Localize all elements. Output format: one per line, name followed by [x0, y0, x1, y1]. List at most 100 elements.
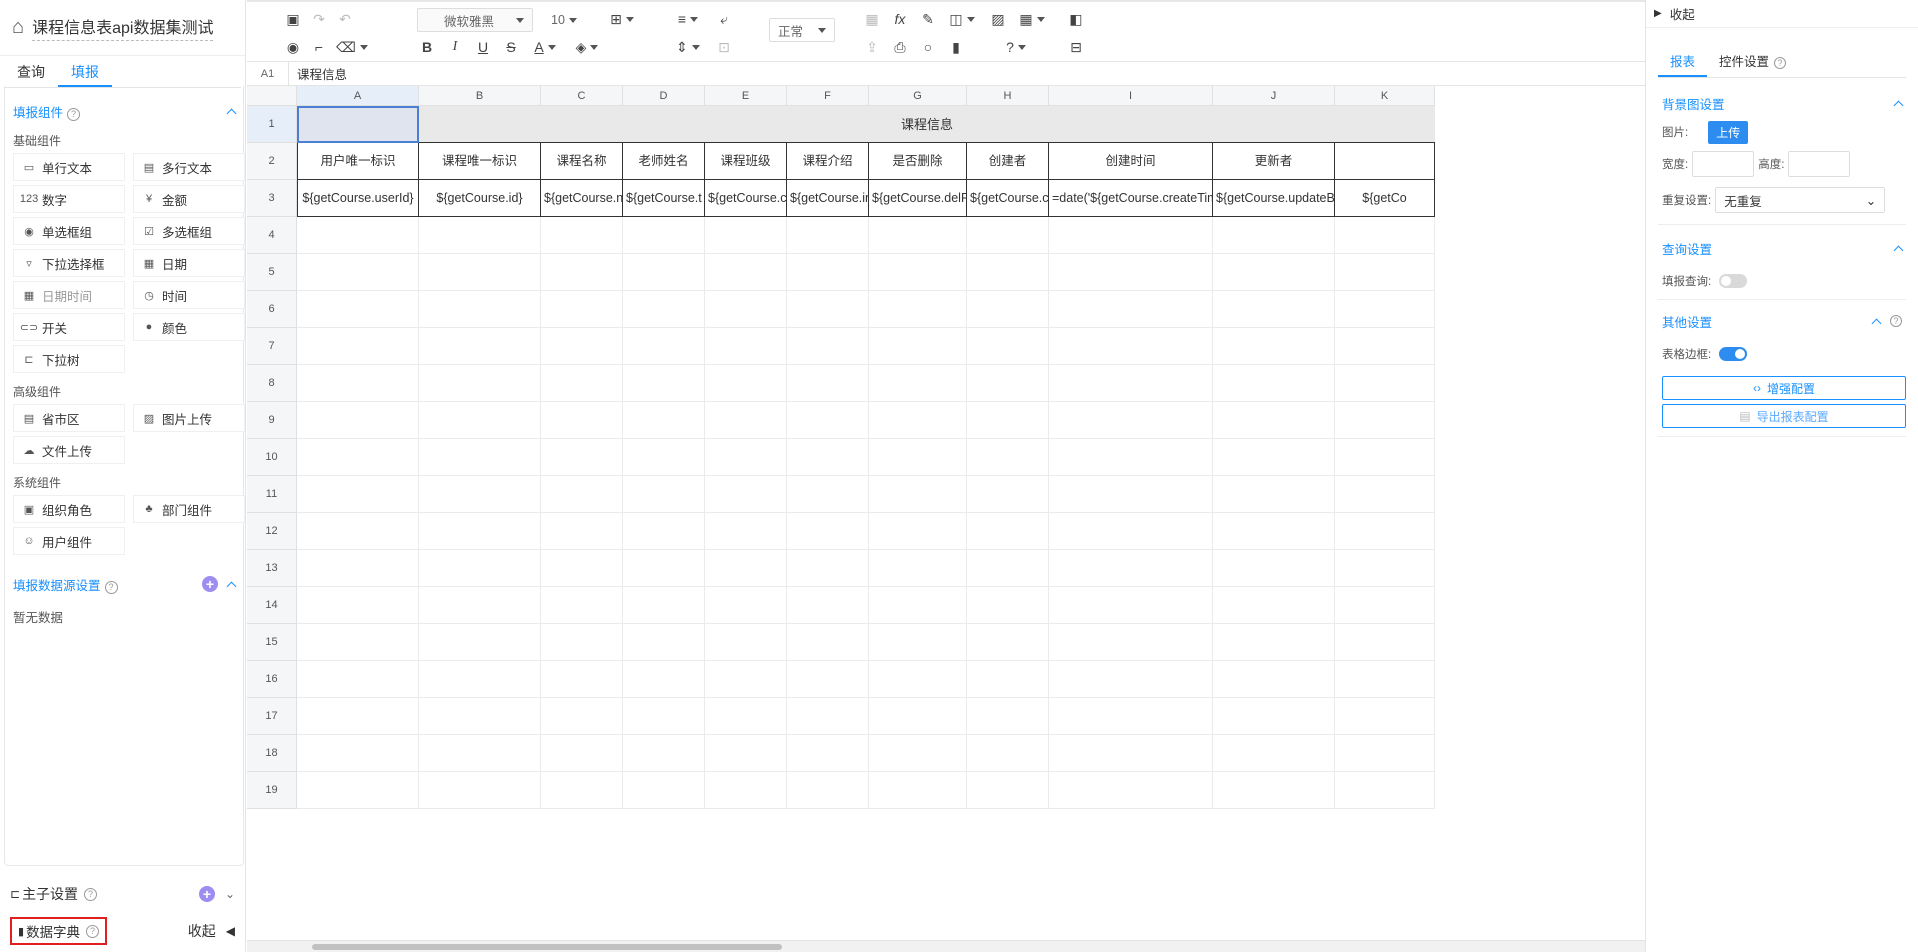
header-cell[interactable] — [1335, 143, 1435, 180]
column-header[interactable]: B — [419, 86, 541, 106]
binding-cell[interactable]: ${getCourse.userId} — [297, 180, 419, 217]
font-color-icon[interactable]: A — [529, 36, 561, 58]
preview-icon[interactable]: ◉ — [283, 36, 303, 58]
header-cell[interactable]: 课程名称 — [541, 143, 623, 180]
component-item[interactable]: ▿ 下拉选择框 — [13, 249, 125, 277]
grid-corner[interactable] — [247, 86, 297, 106]
help-icon[interactable]: ? — [104, 580, 118, 594]
component-item[interactable]: ▣ 组织角色 — [13, 495, 125, 523]
column-header[interactable]: E — [705, 86, 787, 106]
binding-cell[interactable]: ${getCourse.delFl — [869, 180, 967, 217]
help-icon[interactable]: ? — [86, 924, 100, 938]
help-icon[interactable]: ? — [999, 36, 1033, 58]
component-item[interactable]: ▨ 图片上传 — [133, 404, 245, 432]
help-icon[interactable]: ? — [1774, 57, 1787, 69]
data-dictionary-button[interactable]: ▮ 数据字典? — [10, 917, 108, 945]
search-icon[interactable]: ○ — [917, 36, 939, 58]
style-select[interactable]: 正常 — [769, 18, 835, 42]
component-item[interactable]: ⊂⊃ 开关 — [13, 313, 125, 341]
row-header[interactable]: 9 — [247, 402, 297, 439]
row-header[interactable]: 18 — [247, 735, 297, 772]
binding-cell[interactable]: ${getCo — [1335, 180, 1435, 217]
chevron-up-icon[interactable] — [1893, 100, 1904, 110]
row-header[interactable]: 10 — [247, 439, 297, 476]
tab-query[interactable]: 查询 — [4, 56, 58, 87]
border-icon[interactable]: ⊞ — [605, 8, 639, 30]
component-item[interactable]: ▭ 单行文本 — [13, 153, 125, 181]
row-header[interactable]: 4 — [247, 217, 297, 254]
binding-cell[interactable]: ${getCourse.id} — [419, 180, 541, 217]
row-header[interactable]: 1 — [247, 106, 297, 143]
tab-report[interactable]: 报表 — [1658, 46, 1708, 77]
align-icon[interactable]: ≡ — [671, 8, 705, 30]
clear-icon[interactable]: ✎ — [917, 8, 939, 30]
binding-cell[interactable]: =date('${getCourse.createTim — [1049, 180, 1213, 217]
row-header[interactable]: 8 — [247, 365, 297, 402]
collapse-left-icon[interactable]: ◀ — [226, 924, 235, 938]
tab-control-settings[interactable]: 控件设置? — [1707, 46, 1798, 77]
help-icon[interactable]: ? — [67, 107, 81, 121]
main-sub-settings[interactable]: ⊏ 主子设置? + ⌄ — [0, 880, 245, 908]
freeze-icon[interactable]: ◧ — [1065, 8, 1087, 30]
component-item[interactable]: ¥ 金额 — [133, 185, 245, 213]
binding-cell[interactable]: ${getCourse.t — [623, 180, 705, 217]
column-header[interactable]: K — [1335, 86, 1435, 106]
report-title[interactable]: 课程信息表api数据集测试 — [32, 14, 214, 41]
table-border-toggle[interactable] — [1719, 347, 1748, 361]
fill-components-header[interactable]: 填报组件? — [5, 100, 243, 122]
row-header[interactable]: 19 — [247, 772, 297, 809]
qrcode-icon[interactable]: ▦ — [1015, 8, 1049, 30]
redo-icon[interactable]: ↷ — [309, 8, 329, 30]
column-header[interactable]: C — [541, 86, 623, 106]
component-item[interactable]: ▦ 日期 — [133, 249, 245, 277]
column-header[interactable]: G — [869, 86, 967, 106]
report-title-cell[interactable]: 课程信息 — [419, 106, 1435, 143]
italic-icon[interactable]: I — [445, 36, 465, 58]
image-icon[interactable]: ▨ — [987, 8, 1009, 30]
query-settings-header[interactable]: 查询设置 — [1658, 233, 1906, 263]
component-item[interactable]: ▤ 多行文本 — [133, 153, 245, 181]
row-header[interactable]: 3 — [247, 180, 297, 217]
datasource-header[interactable]: 填报数据源设置? + — [5, 573, 243, 595]
header-cell[interactable]: 是否删除 — [869, 143, 967, 180]
binding-cell[interactable]: ${getCourse.cr — [967, 180, 1049, 217]
spreadsheet-grid[interactable]: A B C D E F G H I J K 1 2 3 4 5 6 7 8 9 10 11 12 13 14 15 16 17 18 19… — [247, 86, 1645, 940]
component-item[interactable]: ⊏ 下拉树 — [13, 345, 125, 373]
other-settings-header[interactable]: 其他设置? — [1658, 306, 1906, 336]
repeat-select[interactable]: 无重复 ⌄ — [1715, 187, 1886, 213]
header-cell[interactable]: 课程唯一标识 — [419, 143, 541, 180]
split-icon[interactable]: ⊟ — [1065, 36, 1087, 58]
component-item[interactable]: ● 颜色 — [133, 313, 245, 341]
clear-format-icon[interactable]: ▮ — [945, 36, 967, 58]
layout-icon[interactable]: ◫ — [945, 8, 979, 30]
add-datasource-icon[interactable]: + — [202, 576, 218, 592]
font-select[interactable]: 微软雅黑 — [417, 8, 533, 32]
header-cell[interactable]: 创建时间 — [1049, 143, 1213, 180]
home-icon[interactable]: ⌂ — [12, 16, 24, 39]
upload-button[interactable]: 上传 — [1708, 120, 1749, 144]
row-header[interactable]: 5 — [247, 254, 297, 291]
header-cell[interactable]: 创建者 — [967, 143, 1049, 180]
row-header[interactable]: 17 — [247, 698, 297, 735]
save-icon[interactable]: ▣ — [283, 8, 303, 30]
selected-cell[interactable] — [297, 106, 419, 143]
row-header[interactable]: 6 — [247, 291, 297, 328]
component-item[interactable]: ☺ 用户组件 — [13, 527, 125, 555]
bold-icon[interactable]: B — [417, 36, 437, 58]
upload-icon[interactable]: ⇪ — [861, 36, 883, 58]
help-icon[interactable]: ? — [1890, 315, 1902, 327]
component-item[interactable]: ♣ 部门组件 — [133, 495, 245, 523]
component-item[interactable]: ◷ 时间 — [133, 281, 245, 309]
tab-fill[interactable]: 填报 — [58, 56, 112, 87]
component-item[interactable]: ▤ 省市区 — [13, 404, 125, 432]
binding-cell[interactable]: ${getCourse.n — [541, 180, 623, 217]
merge-icon[interactable]: ⊡ — [713, 36, 735, 58]
component-item[interactable]: ☑ 多选框组 — [133, 217, 245, 245]
font-size-select[interactable]: 10 — [543, 8, 585, 32]
row-header[interactable]: 2 — [247, 143, 297, 180]
component-item[interactable]: 123 数字 — [13, 185, 125, 213]
height-input[interactable] — [1788, 151, 1851, 177]
underline-icon[interactable]: U — [473, 36, 493, 58]
collapse-right[interactable]: ▶ 收起 — [1646, 0, 1918, 28]
wrap-icon[interactable]: ⤶ — [713, 8, 735, 30]
